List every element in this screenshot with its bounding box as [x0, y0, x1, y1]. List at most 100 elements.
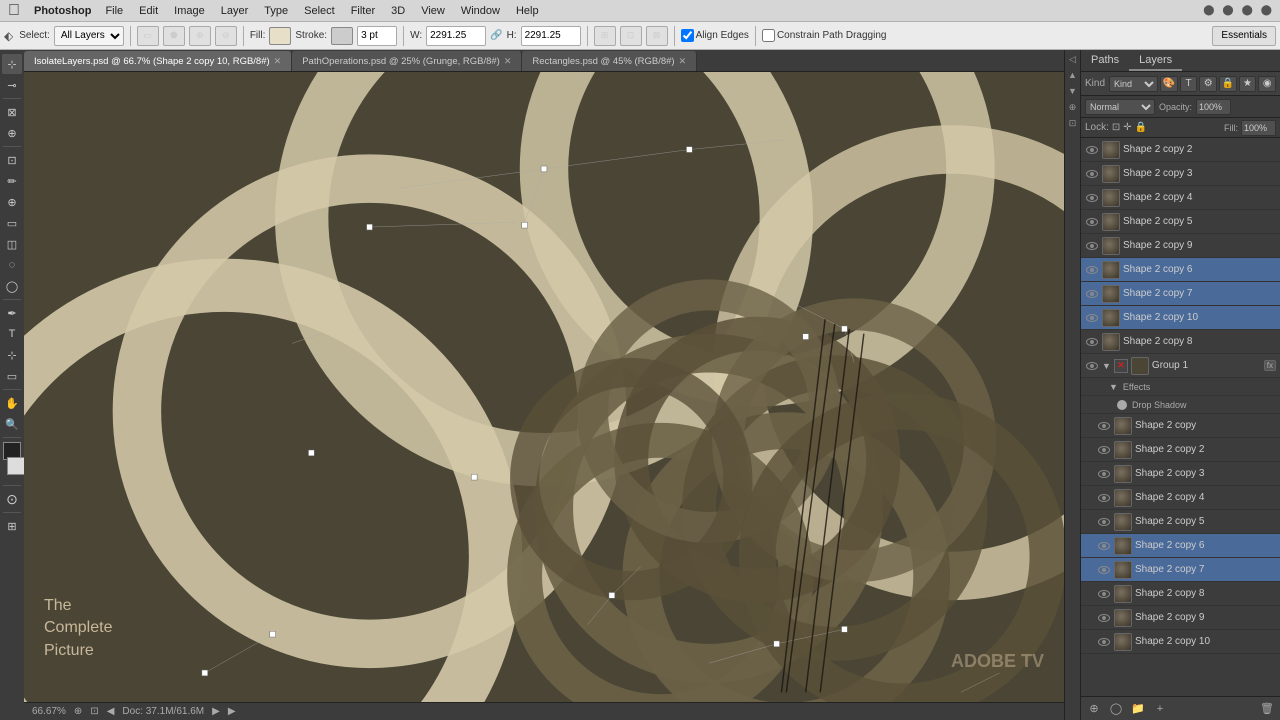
add-layer-btn[interactable]: +	[1151, 701, 1169, 717]
layer-shape2copy10-inner[interactable]: Shape 2 copy 10	[1081, 630, 1280, 654]
menu-layer[interactable]: Layer	[213, 5, 257, 17]
layers-list[interactable]: Shape 2 copy 2 Shape 2 copy 3 Shape 2 co…	[1081, 138, 1280, 696]
panel-icon-2[interactable]: ▲	[1066, 68, 1080, 82]
tab-close-1[interactable]: ✕	[274, 56, 282, 67]
tool-mode-standard[interactable]: ⊙	[2, 489, 22, 509]
layer-visibility-8[interactable]	[1085, 311, 1099, 325]
panel-icon-4[interactable]: ⊕	[1066, 100, 1080, 114]
tool-path-selection[interactable]: ⊹	[2, 345, 22, 365]
tool-selection[interactable]: ⊹	[2, 54, 22, 74]
opacity-input[interactable]	[1196, 99, 1231, 115]
stroke-value[interactable]	[357, 26, 397, 46]
menu-filter[interactable]: Filter	[343, 5, 383, 17]
layer-shape2copy3[interactable]: Shape 2 copy 3	[1081, 162, 1280, 186]
layer-group-1[interactable]: ▼ ✕ Group 1 fx	[1081, 354, 1280, 378]
layer-shape2copy4[interactable]: Shape 2 copy 4	[1081, 186, 1280, 210]
delete-layer-btn[interactable]: 🗑	[1258, 701, 1276, 717]
layer-shape2copy7-top[interactable]: Shape 2 copy 7	[1081, 282, 1280, 306]
layer-visibility-18[interactable]	[1097, 611, 1111, 625]
menu-help[interactable]: Help	[508, 5, 547, 17]
lock-all-btn[interactable]: 🔒	[1135, 122, 1147, 133]
add-group-btn[interactable]: 📁	[1129, 701, 1147, 717]
tool-zoom[interactable]: 🔍	[2, 414, 22, 434]
menu-select[interactable]: Select	[296, 5, 343, 17]
layer-shape2copy5-inner[interactable]: Shape 2 copy 5	[1081, 510, 1280, 534]
align-edges-checkbox[interactable]: Align Edges	[681, 29, 749, 42]
fill-swatch[interactable]	[269, 27, 291, 45]
tool-blur[interactable]: ◌	[2, 255, 22, 275]
stroke-swatch[interactable]	[331, 27, 353, 45]
width-input[interactable]	[426, 26, 486, 46]
select-dropdown[interactable]: All Layers	[54, 26, 124, 46]
menu-image[interactable]: Image	[166, 5, 213, 17]
layer-shape2copy9-top[interactable]: Shape 2 copy 9	[1081, 234, 1280, 258]
fill-input[interactable]	[1241, 120, 1276, 136]
shape-icon-1[interactable]: ▭	[137, 26, 159, 46]
shape-icon-4[interactable]: ⊖	[215, 26, 237, 46]
layer-shape2copy10[interactable]: Shape 2 copy 10	[1081, 306, 1280, 330]
lock-pixels-btn[interactable]: ⊡	[1112, 122, 1120, 133]
menu-edit[interactable]: Edit	[131, 5, 166, 17]
tab-close-2[interactable]: ✕	[504, 56, 512, 67]
layer-shape2copy8-inner[interactable]: Shape 2 copy 8	[1081, 582, 1280, 606]
layer-visibility-14[interactable]	[1097, 515, 1111, 529]
tab-layers[interactable]: Layers	[1129, 50, 1182, 71]
panel-icon-5[interactable]: ⊡	[1066, 116, 1080, 130]
align-icon-3[interactable]: ⊠	[646, 26, 668, 46]
layer-visibility-1[interactable]	[1085, 143, 1099, 157]
layer-visibility-19[interactable]	[1097, 635, 1111, 649]
effects-item[interactable]: ▼ Effects	[1081, 378, 1280, 396]
layer-visibility-7[interactable]	[1085, 287, 1099, 301]
essentials-button[interactable]: Essentials	[1212, 26, 1276, 46]
menu-type[interactable]: Type	[256, 5, 296, 17]
layer-visibility-4[interactable]	[1085, 215, 1099, 229]
menu-3d[interactable]: 3D	[383, 5, 413, 17]
drop-shadow-item[interactable]: Drop Shadow	[1081, 396, 1280, 414]
menu-file[interactable]: File	[97, 5, 131, 17]
menu-view[interactable]: View	[413, 5, 453, 17]
tab-close-3[interactable]: ✕	[679, 56, 687, 67]
play-button[interactable]: ▶	[228, 706, 236, 717]
apple-menu[interactable]: 	[0, 2, 28, 20]
zoom-controls[interactable]: ⊕	[74, 706, 82, 717]
layer-visibility-15[interactable]	[1097, 539, 1111, 553]
layer-visibility-6[interactable]	[1085, 263, 1099, 277]
layer-shape2copy4-inner[interactable]: Shape 2 copy 4	[1081, 486, 1280, 510]
align-icon-1[interactable]: ⊞	[594, 26, 616, 46]
layer-shape2copy6[interactable]: Shape 2 copy 6	[1081, 258, 1280, 282]
tool-eyedropper[interactable]: ⊕	[2, 123, 22, 143]
status-arrow-right[interactable]: ▶	[212, 706, 220, 717]
layer-shape2copy7-inner[interactable]: Shape 2 copy 7	[1081, 558, 1280, 582]
layer-shape2copy3-inner[interactable]: Shape 2 copy 3	[1081, 462, 1280, 486]
tool-dodge[interactable]: ◯	[2, 276, 22, 296]
add-adjustment-btn[interactable]: ⊕	[1085, 701, 1103, 717]
tab-path-operations[interactable]: PathOperations.psd @ 25% (Grunge, RGB/8#…	[292, 51, 522, 71]
tab-paths[interactable]: Paths	[1081, 50, 1129, 71]
layer-filter-icon-5[interactable]: ★	[1239, 76, 1257, 92]
height-input[interactable]	[521, 26, 581, 46]
layer-filter-icon-3[interactable]: ⚙	[1199, 76, 1217, 92]
layer-visibility-17[interactable]	[1097, 587, 1111, 601]
group-arrow[interactable]: ▼	[1102, 361, 1111, 371]
layer-filter-toggle[interactable]: ◉	[1258, 76, 1276, 92]
layer-visibility-11[interactable]	[1097, 443, 1111, 457]
layer-shape2copy5[interactable]: Shape 2 copy 5	[1081, 210, 1280, 234]
menu-window[interactable]: Window	[453, 5, 508, 17]
tool-gradient[interactable]: ◫	[2, 234, 22, 254]
shape-icon-3[interactable]: ⊕	[189, 26, 211, 46]
layer-visibility-10[interactable]	[1097, 419, 1111, 433]
tool-direct-selection[interactable]: ⊸	[2, 75, 22, 95]
panel-icon-1[interactable]: ◁	[1066, 52, 1080, 66]
layer-shape2copy6-inner[interactable]: Shape 2 copy 6	[1081, 534, 1280, 558]
layer-shape2copy9-inner[interactable]: Shape 2 copy 9	[1081, 606, 1280, 630]
layer-shape2copy2[interactable]: Shape 2 copy 2	[1081, 138, 1280, 162]
layer-filter-icon-4[interactable]: 🔒	[1219, 76, 1237, 92]
tool-healing[interactable]: ⊡	[2, 150, 22, 170]
tab-rectangles[interactable]: Rectangles.psd @ 45% (RGB/8#) ✕	[522, 51, 697, 71]
blend-mode-select[interactable]: Normal	[1085, 99, 1155, 115]
layer-shape2copy8[interactable]: Shape 2 copy 8	[1081, 330, 1280, 354]
canvas-container[interactable]: The Complete Picture ADOBE TV	[24, 72, 1064, 702]
layer-visibility-13[interactable]	[1097, 491, 1111, 505]
constrain-checkbox[interactable]: Constrain Path Dragging	[762, 29, 887, 42]
tool-type[interactable]: T	[2, 324, 22, 344]
